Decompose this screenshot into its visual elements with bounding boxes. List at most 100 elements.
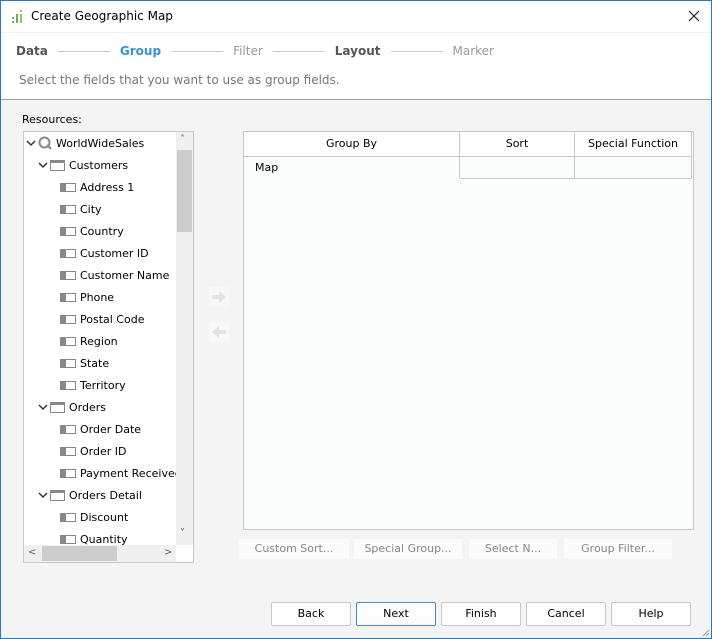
arrow-right-icon xyxy=(212,291,226,303)
step-marker: Marker xyxy=(452,44,494,58)
field-icon xyxy=(60,534,76,544)
horizontal-scroll-thumb[interactable] xyxy=(42,546,117,561)
tree-item-label: Discount xyxy=(80,510,129,524)
step-group[interactable]: Group xyxy=(120,44,161,58)
close-icon[interactable] xyxy=(685,7,703,25)
tree-item-label: State xyxy=(80,356,110,370)
finish-button[interactable]: Finish xyxy=(441,602,521,626)
table-row[interactable]: Map xyxy=(244,157,692,179)
query-icon xyxy=(38,136,52,150)
tree-item[interactable]: Address 1 xyxy=(60,176,134,198)
tree-item-label: Payment Received xyxy=(80,466,182,480)
tree-item[interactable]: Customer ID xyxy=(60,242,149,264)
title-bar: Create Geographic Map xyxy=(1,1,711,32)
chart-bars-icon xyxy=(12,10,22,23)
step-divider xyxy=(272,50,325,52)
tree-item-label: Phone xyxy=(80,290,115,304)
field-icon xyxy=(60,314,76,324)
window-title: Create Geographic Map xyxy=(31,9,173,23)
cell-sort[interactable] xyxy=(460,157,575,179)
chevron-down-icon[interactable] xyxy=(38,160,48,170)
cell-group-by[interactable]: Map xyxy=(244,157,460,178)
tree-item[interactable]: Order ID xyxy=(60,440,126,462)
table-icon xyxy=(50,401,65,413)
arrow-left-icon xyxy=(212,326,226,338)
table-icon xyxy=(50,159,65,171)
scroll-left-icon[interactable]: < xyxy=(28,547,36,558)
tree-item[interactable]: WorldWideSales xyxy=(26,132,144,154)
remove-field-button[interactable] xyxy=(209,322,229,342)
scroll-right-icon[interactable]: > xyxy=(164,547,172,558)
field-icon xyxy=(60,270,76,280)
column-header-special-function[interactable]: Special Function xyxy=(575,132,692,156)
step-data[interactable]: Data xyxy=(16,44,48,58)
tree-item[interactable]: Orders xyxy=(38,396,106,418)
instruction-text: Select the fields that you want to use a… xyxy=(19,73,340,87)
field-icon xyxy=(60,380,76,390)
tree-item-label: Order Date xyxy=(80,422,142,436)
tree-item-label: Address 1 xyxy=(80,180,135,194)
resources-tree[interactable]: WorldWideSales Customers Address 1 City Coun… xyxy=(23,131,194,563)
chevron-down-icon[interactable] xyxy=(38,490,48,500)
cell-special-function[interactable] xyxy=(575,157,692,179)
help-button[interactable]: Help xyxy=(611,602,691,626)
tree-item[interactable]: Territory xyxy=(60,374,126,396)
wizard-header: Data Group Filter Layout Marker Select t… xyxy=(1,32,711,100)
chevron-down-icon[interactable] xyxy=(38,402,48,412)
tree-item-label: Customers xyxy=(69,158,129,172)
tree-item-label: Customer ID xyxy=(80,246,149,260)
tree-item[interactable]: Region xyxy=(60,330,118,352)
tree-item[interactable]: State xyxy=(60,352,109,374)
table-icon xyxy=(50,489,65,501)
step-divider xyxy=(57,50,110,52)
custom-sort-button[interactable]: Custom Sort... xyxy=(239,539,349,559)
tree-item[interactable]: Country xyxy=(60,220,124,242)
select-n-button[interactable]: Select N... xyxy=(469,539,557,559)
tree-item[interactable]: Customer Name xyxy=(60,264,169,286)
field-icon xyxy=(60,182,76,192)
create-geographic-map-dialog: Create Geographic Map Data Group Filter … xyxy=(0,0,712,639)
field-icon xyxy=(60,512,76,522)
tree-item-label: WorldWideSales xyxy=(56,136,145,150)
step-layout[interactable]: Layout xyxy=(335,44,381,58)
tree-item-label: Country xyxy=(80,224,124,238)
back-button[interactable]: Back xyxy=(271,602,351,626)
tree-item-label: Customer Name xyxy=(80,268,170,282)
resize-grip-icon[interactable] xyxy=(700,627,710,637)
tree-item[interactable]: Payment Received xyxy=(60,462,182,484)
add-field-button[interactable] xyxy=(209,287,229,307)
special-group-button[interactable]: Special Group... xyxy=(354,539,462,559)
field-icon xyxy=(60,336,76,346)
tree-item[interactable]: City xyxy=(60,198,102,220)
field-icon xyxy=(60,226,76,236)
tree-item[interactable]: Orders Detail xyxy=(38,484,142,506)
tree-item[interactable]: Phone xyxy=(60,286,114,308)
field-icon xyxy=(60,358,76,368)
tree-item-label: Postal Code xyxy=(80,312,145,326)
tree-item-label: Orders xyxy=(69,400,106,414)
field-icon xyxy=(60,468,76,478)
horizontal-scrollbar[interactable]: < > xyxy=(24,545,176,562)
tree-item-label: Orders Detail xyxy=(69,488,142,502)
column-header-group-by[interactable]: Group By xyxy=(244,132,460,156)
chevron-down-icon[interactable] xyxy=(26,138,36,148)
resources-label: Resources: xyxy=(22,113,82,126)
step-divider xyxy=(171,50,224,52)
vertical-scroll-thumb[interactable] xyxy=(177,150,192,232)
tree-item[interactable]: Order Date xyxy=(60,418,141,440)
field-icon xyxy=(60,204,76,214)
next-button[interactable]: Next xyxy=(356,602,436,626)
vertical-scrollbar[interactable]: ˄ ˅ xyxy=(176,132,193,545)
column-header-sort[interactable]: Sort xyxy=(460,132,575,156)
cancel-button[interactable]: Cancel xyxy=(526,602,606,626)
tree-item[interactable]: Postal Code xyxy=(60,308,144,330)
tree-item[interactable]: Customers xyxy=(38,154,128,176)
tree-item[interactable]: Discount xyxy=(60,506,128,528)
group-by-table[interactable]: Group By Sort Special Function Map xyxy=(243,131,694,530)
group-filter-button[interactable]: Group Filter... xyxy=(564,539,672,559)
scroll-up-icon[interactable]: ˄ xyxy=(180,134,185,145)
tree-item-label: City xyxy=(80,202,102,216)
table-header: Group By Sort Special Function xyxy=(244,132,692,157)
field-icon xyxy=(60,292,76,302)
scroll-down-icon[interactable]: ˅ xyxy=(180,528,185,539)
